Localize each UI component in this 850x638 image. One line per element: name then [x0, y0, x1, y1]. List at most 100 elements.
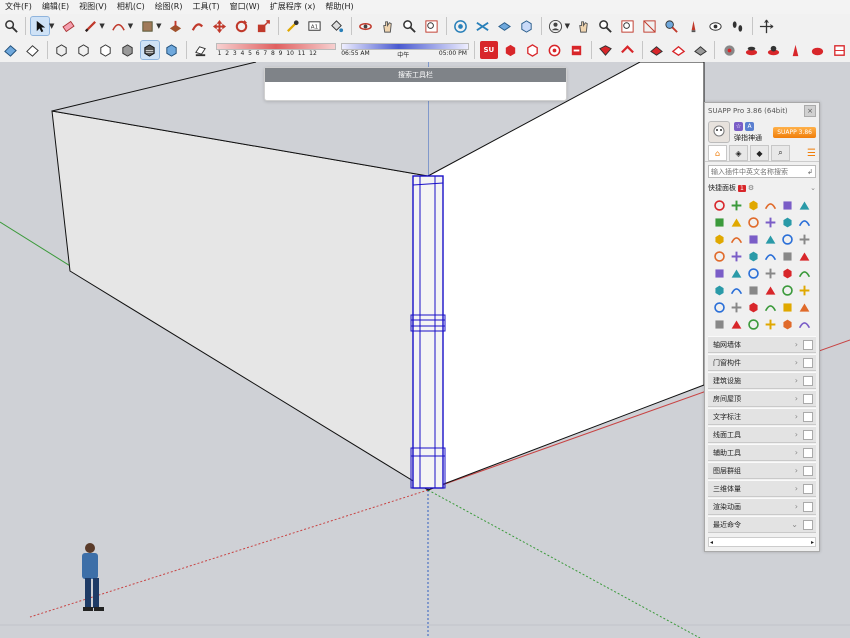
chevron-down-icon[interactable]: ▼ — [99, 22, 104, 30]
plugin-icon[interactable] — [518, 17, 536, 35]
push-pull-icon[interactable] — [167, 17, 185, 35]
quick-tool-icon[interactable] — [796, 316, 812, 332]
position-camera-icon[interactable] — [685, 17, 703, 35]
walk-icon[interactable] — [663, 17, 681, 35]
follow-me-icon[interactable] — [189, 17, 207, 35]
plugin-icon[interactable] — [496, 17, 514, 35]
chevron-down-icon[interactable]: ▼ — [128, 22, 133, 30]
external-icon[interactable] — [803, 429, 813, 440]
quick-tool-icon[interactable] — [728, 214, 744, 230]
zoom-icon[interactable] — [401, 17, 419, 35]
zoom-extents-icon[interactable] — [423, 17, 441, 35]
external-icon[interactable] — [803, 339, 813, 350]
external-icon[interactable] — [803, 465, 813, 476]
text-icon[interactable]: A1 — [306, 17, 324, 35]
category-item[interactable]: 房间屋顶 › — [708, 390, 816, 407]
quick-tool-icon[interactable] — [728, 231, 744, 247]
quick-tool-icon[interactable] — [728, 299, 744, 315]
zoom-window-icon[interactable] — [619, 17, 637, 35]
selected-pillar[interactable] — [410, 175, 446, 489]
external-icon[interactable] — [803, 375, 813, 386]
quick-tool-icon[interactable] — [711, 282, 727, 298]
scale-icon[interactable] — [255, 17, 273, 35]
category-item[interactable]: 辅助工具 › — [708, 444, 816, 461]
category-item[interactable]: 最近命令 ⌄ — [708, 516, 816, 533]
plugin-icon[interactable] — [648, 41, 666, 59]
quick-tool-icon[interactable] — [728, 265, 744, 281]
quick-tool-icon[interactable] — [796, 197, 812, 213]
user-icon[interactable] — [547, 17, 565, 35]
scroll-right-icon[interactable]: ▸ — [811, 539, 814, 546]
close-icon[interactable]: × — [804, 105, 816, 117]
quick-tool-icon[interactable] — [796, 282, 812, 298]
plugin-icon[interactable] — [524, 41, 542, 59]
shadow-time-slider[interactable]: 06:55 AM 中午 05:00 PM — [341, 41, 470, 59]
quick-tool-icon[interactable] — [762, 316, 778, 332]
quick-tool-icon[interactable] — [711, 299, 727, 315]
plugin-icon[interactable] — [474, 17, 492, 35]
quick-tool-icon[interactable] — [762, 197, 778, 213]
plugin-icon[interactable] — [786, 41, 804, 59]
external-icon[interactable] — [803, 519, 813, 530]
menu-window[interactable]: 窗口(W) — [225, 0, 265, 14]
models-tab-icon[interactable]: ◆ — [750, 145, 769, 161]
avatar[interactable] — [708, 121, 730, 143]
quick-tool-icon[interactable] — [779, 214, 795, 230]
quick-tool-icon[interactable] — [779, 197, 795, 213]
quick-tool-icon[interactable] — [796, 265, 812, 281]
enter-icon[interactable]: ↲ — [807, 168, 813, 176]
quick-tool-icon[interactable] — [779, 316, 795, 332]
rectangle-icon[interactable] — [138, 17, 156, 35]
quick-tool-icon[interactable] — [762, 231, 778, 247]
menu-icon[interactable]: ☰ — [807, 148, 816, 159]
look-around-icon[interactable] — [707, 17, 725, 35]
external-icon[interactable] — [803, 357, 813, 368]
plugin-icon[interactable] — [742, 41, 760, 59]
move-icon[interactable] — [211, 17, 229, 35]
quick-tool-icon[interactable] — [711, 316, 727, 332]
plugin-icon[interactable] — [691, 41, 709, 59]
zoom-extents-icon[interactable] — [641, 17, 659, 35]
quick-tool-icon[interactable] — [711, 197, 727, 213]
quick-tool-icon[interactable] — [796, 231, 812, 247]
category-item[interactable]: 轴网墙体 › — [708, 336, 816, 353]
quick-tool-icon[interactable] — [745, 265, 761, 281]
quick-tool-icon[interactable] — [728, 282, 744, 298]
chevron-down-icon[interactable]: ⌄ — [810, 184, 816, 192]
quick-tool-icon[interactable] — [796, 214, 812, 230]
quick-tool-icon[interactable] — [745, 248, 761, 264]
quick-tool-icon[interactable] — [745, 231, 761, 247]
menu-camera[interactable]: 相机(C) — [112, 0, 150, 14]
chevron-down-icon[interactable]: ▼ — [156, 22, 161, 30]
quick-tool-icon[interactable] — [779, 231, 795, 247]
menu-help[interactable]: 帮助(H) — [320, 0, 358, 14]
quick-tool-icon[interactable] — [779, 248, 795, 264]
menu-edit[interactable]: 编辑(E) — [37, 0, 74, 14]
monochrome-icon[interactable] — [163, 41, 181, 59]
category-item[interactable]: 渲染动画 › — [708, 498, 816, 515]
quick-tool-icon[interactable] — [728, 248, 744, 264]
chevron-down-icon[interactable]: ▼ — [565, 22, 570, 30]
quick-tool-icon[interactable] — [711, 231, 727, 247]
arc-icon[interactable] — [110, 17, 128, 35]
quick-tool-icon[interactable] — [762, 248, 778, 264]
menu-view[interactable]: 视图(V) — [74, 0, 112, 14]
category-item[interactable]: 线面工具 › — [708, 426, 816, 443]
version-button[interactable]: SUAPP 3.86 — [773, 126, 816, 138]
suapp-logo-icon[interactable]: SU — [479, 41, 498, 59]
plugins-tab-icon[interactable]: ◈ — [729, 145, 748, 161]
plugin-icon[interactable] — [452, 17, 470, 35]
plugin-icon[interactable] — [546, 41, 564, 59]
quick-tool-icon[interactable] — [745, 316, 761, 332]
home-tab-icon[interactable]: ⌂ — [708, 145, 727, 161]
scroll-left-icon[interactable]: ◂ — [710, 539, 713, 546]
external-icon[interactable] — [803, 447, 813, 458]
external-icon[interactable] — [803, 483, 813, 494]
plugin-icon[interactable] — [597, 41, 615, 59]
footprints-icon[interactable] — [729, 17, 747, 35]
select-tool-icon[interactable] — [30, 16, 50, 36]
category-item[interactable]: 文字标注 › — [708, 408, 816, 425]
quick-tool-icon[interactable] — [728, 197, 744, 213]
quick-tool-icon[interactable] — [711, 248, 727, 264]
plugin-icon[interactable] — [619, 41, 637, 59]
